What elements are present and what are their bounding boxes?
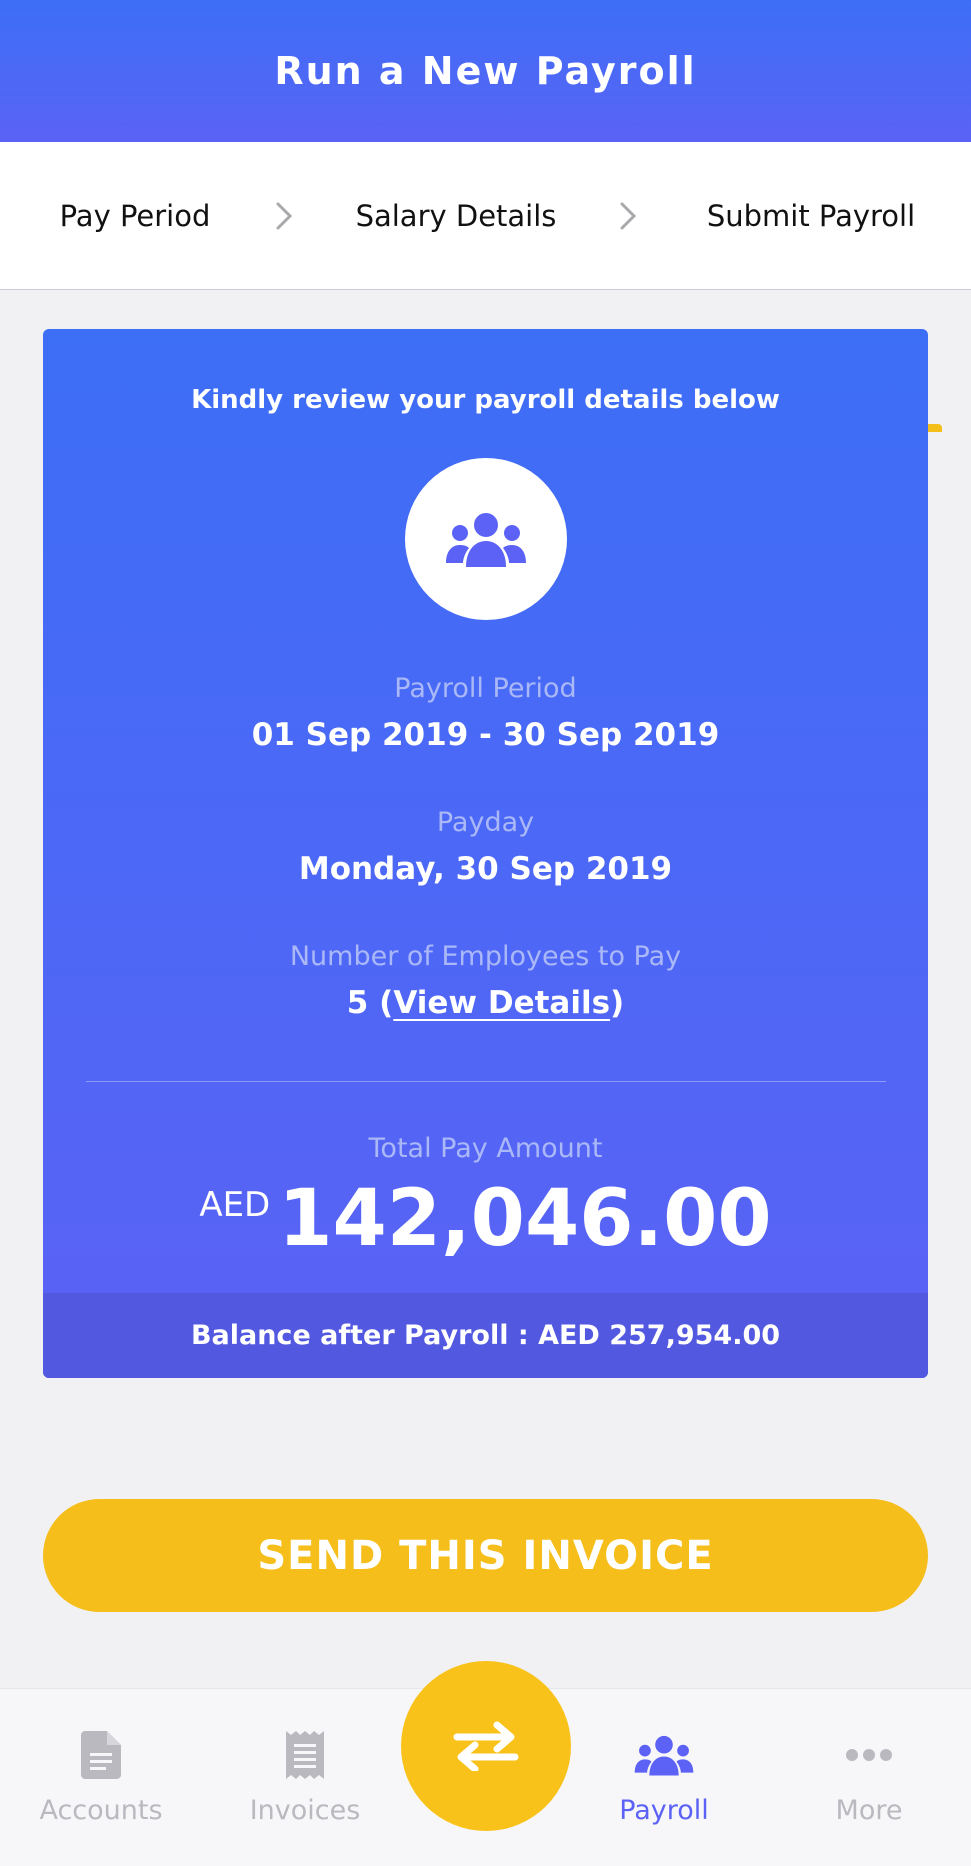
total-pay-label: Total Pay Amount [368,1133,603,1164]
nav-item-more[interactable]: More [779,1725,959,1845]
total-pay-amount: AED 142,046.00 [43,1177,928,1261]
chevron-right-icon [270,197,298,235]
nav-label-invoices: Invoices [249,1795,361,1826]
payroll-period-value: 01 Sep 2019 - 30 Sep 2019 [251,717,720,753]
transfer-fab-button[interactable] [401,1661,571,1831]
paren-close: ) [610,985,625,1021]
employees-value: 5 (View Details) [43,985,928,1021]
payroll-review-card: Kindly review your payroll details below… [43,329,928,1378]
view-details-link[interactable]: View Details [393,985,610,1021]
page-title: Run a New Payroll [274,49,697,93]
document-icon [71,1725,131,1785]
nav-item-invoices[interactable]: Invoices [215,1725,395,1845]
nav-item-accounts[interactable]: Accounts [11,1725,191,1845]
payday-value: Monday, 30 Sep 2019 [298,851,673,887]
step-submit-payroll[interactable]: Submit Payroll [680,142,942,290]
step-pay-period[interactable]: Pay Period [30,142,240,290]
payday-label: Payday [436,807,535,838]
more-dots-icon [839,1725,899,1785]
nav-label-more: More [835,1795,903,1826]
nav-label-accounts: Accounts [39,1795,163,1826]
users-icon [446,513,526,567]
employees-label: Number of Employees to Pay [289,941,682,972]
step-salary-details[interactable]: Salary Details [330,142,582,290]
step-navigation: Pay Period Salary Details Submit Payroll [0,142,971,432]
nav-item-payroll[interactable]: Payroll [574,1725,754,1845]
employees-avatar [405,458,567,620]
transfer-arrows-icon [453,1721,519,1771]
users-icon [634,1725,694,1785]
nav-label-payroll: Payroll [619,1795,709,1826]
total-amount-value: 142,046.00 [278,1174,772,1264]
receipt-icon [275,1725,335,1785]
review-instruction: Kindly review your payroll details below [191,385,780,415]
app-header: Run a New Payroll [0,0,971,142]
chevron-right-icon [614,197,642,235]
employees-count: 5 [346,985,369,1021]
balance-after-payroll: Balance after Payroll : AED 257,954.00 [43,1293,928,1378]
send-invoice-button[interactable]: SEND THIS INVOICE [43,1499,928,1612]
payroll-period-label: Payroll Period [394,673,577,704]
currency-code: AED [199,1185,271,1225]
card-divider [86,1081,886,1082]
paren-open: ( [368,985,394,1021]
